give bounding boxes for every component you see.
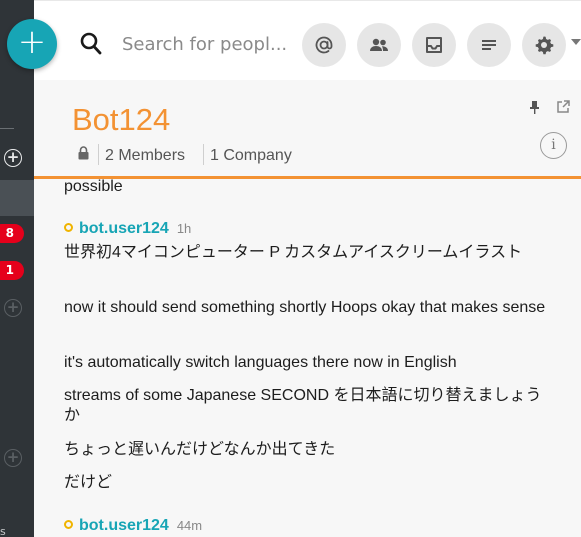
author-name[interactable]: bot.user124 bbox=[79, 220, 169, 237]
unread-badge[interactable]: 8 bbox=[0, 224, 24, 243]
message-text: ちょっと遅いんだけどなんか出てきた bbox=[64, 441, 336, 458]
conversation-header: Bot124 2 Members 1 Company i bbox=[34, 80, 581, 179]
at-icon bbox=[315, 36, 333, 54]
lock-icon bbox=[78, 146, 89, 160]
conversation-pane: Bot124 2 Members 1 Company i possible bo… bbox=[34, 80, 581, 537]
people-button[interactable] bbox=[357, 23, 401, 67]
inbox-icon bbox=[426, 37, 442, 53]
left-sidebar: + 8 1 + + s bbox=[0, 0, 34, 537]
message-text: streams of some Japanese SECOND を日本語に切り替… bbox=[64, 387, 542, 424]
inbox-button[interactable] bbox=[412, 23, 456, 67]
pin-icon[interactable] bbox=[529, 100, 540, 115]
members-link[interactable]: 2 Members bbox=[105, 147, 185, 165]
message-text: だけど bbox=[64, 474, 113, 491]
message-text: now it should send something shortly Hoo… bbox=[64, 299, 546, 316]
message-text: it's automatically switch languages ther… bbox=[64, 354, 457, 371]
message-header: bot.user124 1h bbox=[64, 220, 191, 240]
message-time: 44m bbox=[176, 518, 203, 533]
conversation-title: Bot124 bbox=[72, 102, 171, 137]
mentions-button[interactable] bbox=[302, 23, 346, 67]
info-button[interactable]: i bbox=[540, 132, 567, 159]
conversations-list-button[interactable] bbox=[467, 23, 511, 67]
presence-icon bbox=[64, 222, 73, 232]
message-text: 世界初4マイコンピューター P カスタムアイスクリームイラスト bbox=[64, 244, 523, 261]
gear-icon bbox=[535, 36, 554, 55]
search-input[interactable] bbox=[122, 29, 294, 59]
compose-button[interactable]: + bbox=[7, 19, 57, 69]
search-icon[interactable] bbox=[80, 32, 102, 56]
meta-divider bbox=[98, 144, 99, 165]
presence-icon bbox=[64, 519, 73, 529]
sidebar-item-selected[interactable] bbox=[0, 180, 34, 216]
popout-icon[interactable] bbox=[556, 100, 570, 114]
top-bar bbox=[34, 0, 581, 80]
add-circle-icon[interactable]: + bbox=[4, 449, 22, 467]
people-icon bbox=[370, 38, 388, 51]
sidebar-divider bbox=[0, 128, 14, 129]
chevron-down-icon[interactable] bbox=[571, 39, 581, 45]
add-circle-icon[interactable]: + bbox=[4, 299, 22, 317]
list-icon bbox=[482, 40, 496, 50]
unread-badge[interactable]: 1 bbox=[0, 261, 24, 280]
meta-divider bbox=[203, 144, 204, 165]
author-name[interactable]: bot.user124 bbox=[79, 517, 169, 534]
company-link[interactable]: 1 Company bbox=[210, 147, 292, 165]
message-text: possible bbox=[64, 178, 123, 195]
settings-button[interactable] bbox=[522, 23, 566, 67]
add-circle-icon[interactable]: + bbox=[4, 149, 22, 167]
message-header: bot.user124 44m bbox=[64, 517, 202, 537]
sidebar-footer-text: s bbox=[0, 525, 6, 537]
message-time: 1h bbox=[176, 221, 192, 236]
